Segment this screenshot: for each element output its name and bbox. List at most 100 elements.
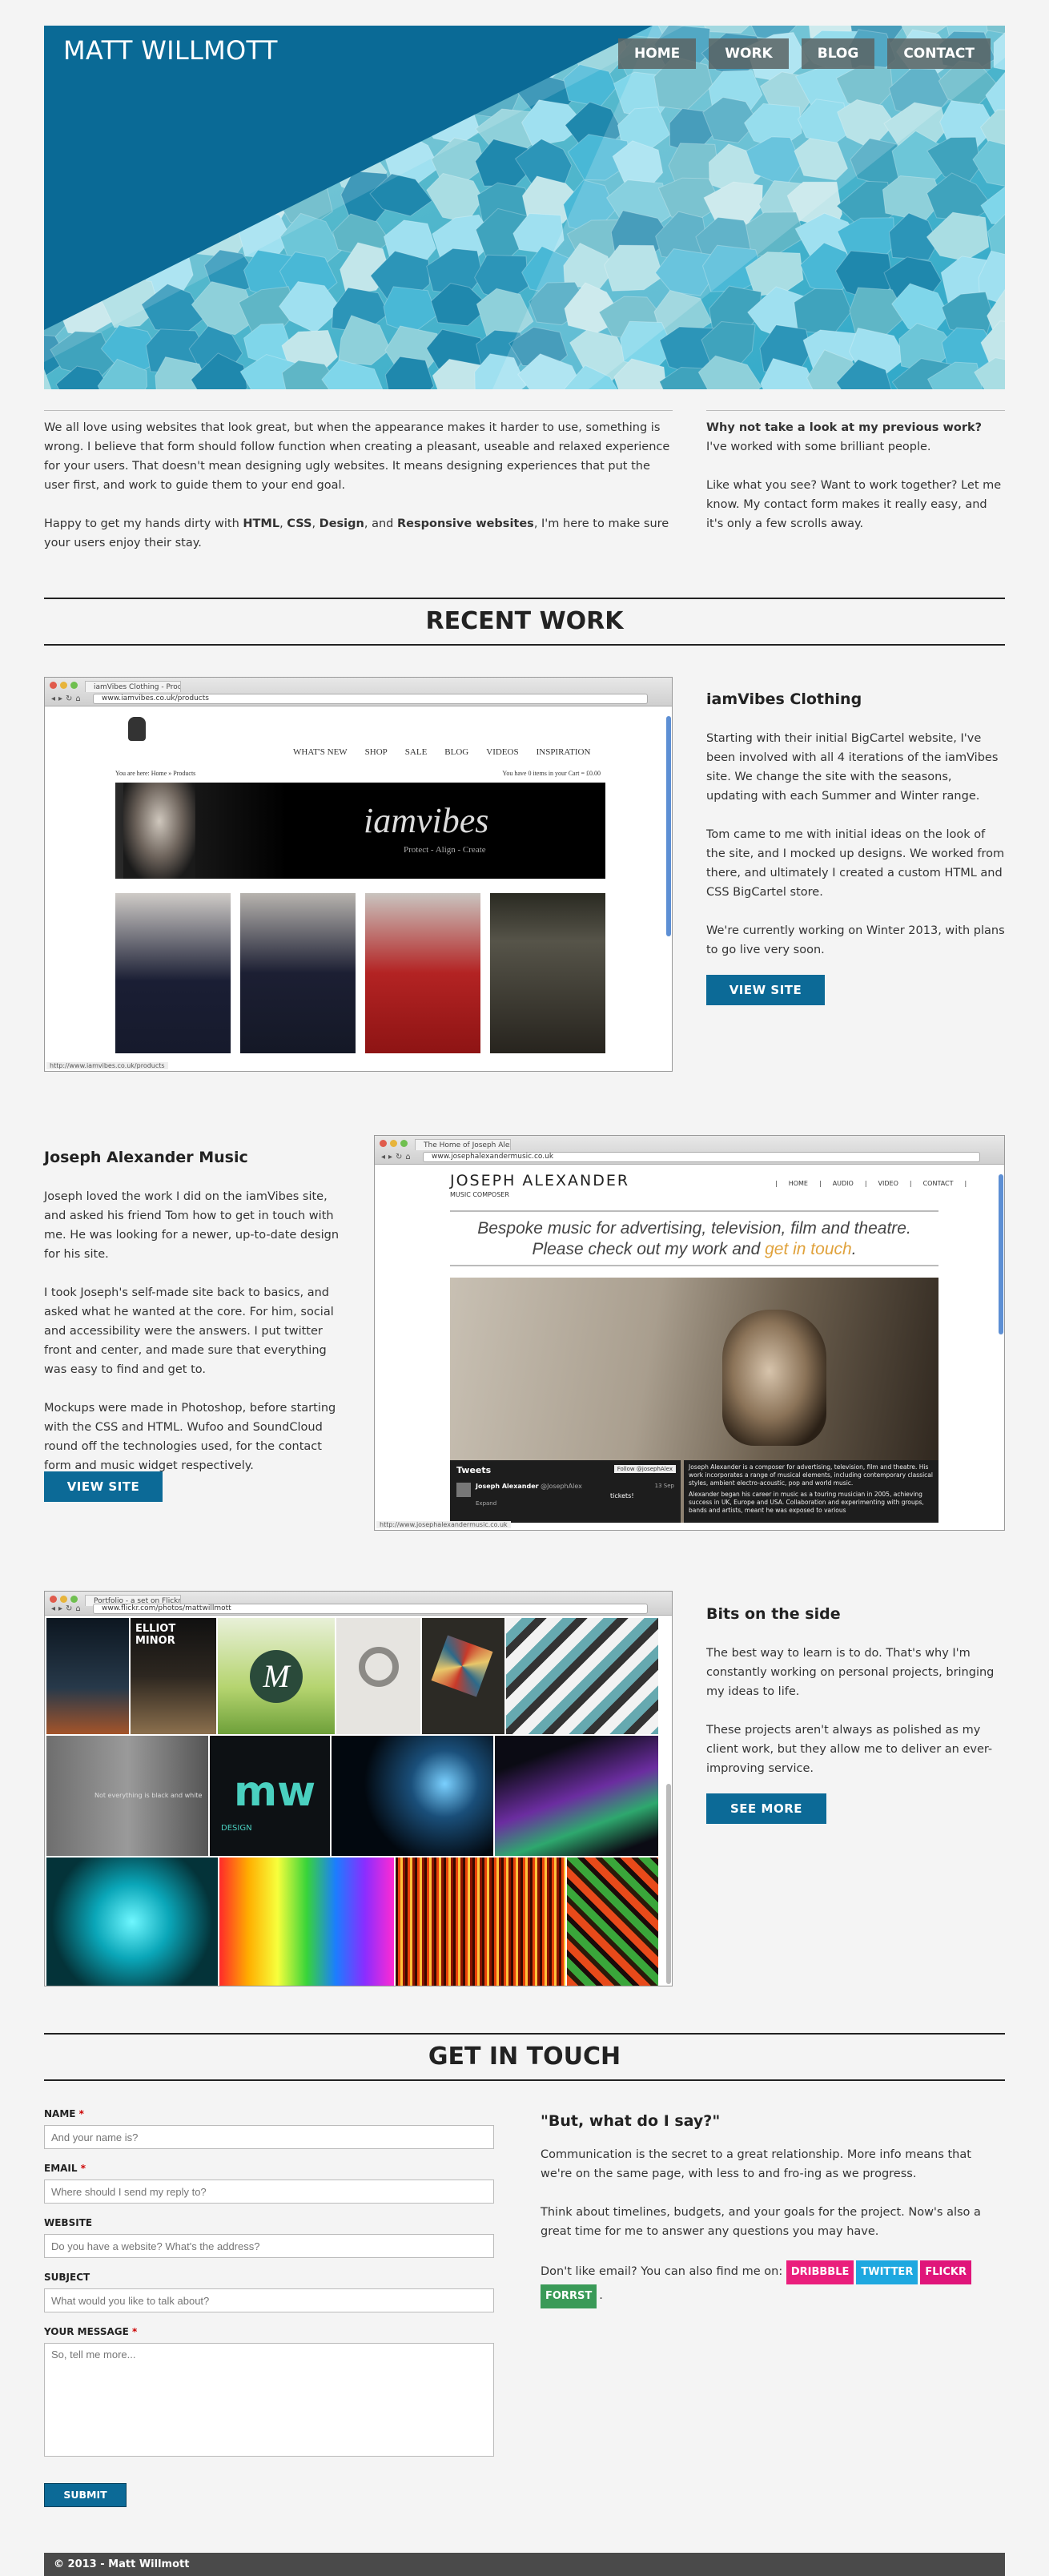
flickr-link[interactable]: FLICKR bbox=[920, 2260, 971, 2284]
hero-banner: MATT WILLMOTT HOME WORK BLOG CONTACT bbox=[44, 26, 1005, 389]
nav-blog[interactable]: BLOG bbox=[801, 38, 875, 69]
status-bar: http://www.iamvibes.co.uk/products bbox=[46, 1062, 168, 1069]
browser-tab: iamVibes Clothing - Produ... bbox=[85, 681, 181, 692]
shot-site-name: JOSEPH ALEXANDER bbox=[450, 1172, 630, 1189]
contact-social-line: Don't like email? You can also find me o… bbox=[541, 2260, 1005, 2308]
flickr-photo[interactable] bbox=[219, 1858, 394, 1986]
status-bar: http://www.josephalexandermusic.co.uk bbox=[376, 1521, 511, 1528]
product-hoodie-navy[interactable] bbox=[115, 893, 231, 1053]
footer: © 2013 - Matt Willmott bbox=[44, 2553, 1005, 2576]
flickr-photo[interactable] bbox=[332, 1736, 493, 1856]
nav-home[interactable]: HOME bbox=[618, 38, 697, 69]
nav-arrows-icon: ◂▸↻⌂ bbox=[51, 694, 84, 703]
subject-field[interactable] bbox=[44, 2288, 494, 2312]
hamsa-logo-icon bbox=[128, 717, 146, 741]
bio-panel: Joseph Alexander is a composer for adver… bbox=[684, 1460, 938, 1523]
section-title: RECENT WORK bbox=[425, 607, 624, 635]
field-label-website: WEBSITE bbox=[44, 2217, 93, 2228]
divider bbox=[450, 1210, 938, 1212]
flickr-photo[interactable]: mw DESIGN bbox=[210, 1736, 330, 1856]
divider bbox=[44, 410, 673, 411]
contact-subheading: "But, what do I say?" bbox=[541, 2112, 721, 2130]
field-label-subject: SUBJECT bbox=[44, 2272, 90, 2283]
twitter-link[interactable]: TWITTER bbox=[856, 2260, 918, 2284]
url-bar: www.flickr.com/photos/mattwillmott bbox=[93, 1604, 648, 1614]
flickr-photo[interactable] bbox=[396, 1858, 565, 1986]
main-nav: HOME WORK BLOG CONTACT bbox=[618, 38, 991, 69]
field-label-message: YOUR MESSAGE * bbox=[44, 2326, 138, 2337]
flickr-photo[interactable] bbox=[506, 1618, 658, 1734]
flickr-photo[interactable]: Not everything is black and white bbox=[46, 1736, 208, 1856]
field-label-name: NAME * bbox=[44, 2108, 84, 2119]
project-description: The best way to learn is to do. That's w… bbox=[706, 1647, 995, 1775]
nav-arrows-icon: ◂▸↻⌂ bbox=[51, 1604, 84, 1613]
view-site-button[interactable]: VIEW SITE bbox=[44, 1471, 163, 1502]
shot-banner: iamvibes Protect - Align - Create bbox=[115, 783, 605, 879]
product-tee-red[interactable] bbox=[365, 893, 480, 1053]
email-field[interactable] bbox=[44, 2180, 494, 2204]
recent-work-header: RECENT WORK bbox=[44, 598, 1005, 646]
browser-chrome: iamVibes Clothing - Produ... ◂▸↻⌂ www.ia… bbox=[45, 678, 672, 706]
scrollbar[interactable] bbox=[666, 1784, 671, 1984]
flickr-photo[interactable]: M bbox=[218, 1618, 335, 1734]
flickr-photo[interactable] bbox=[336, 1618, 420, 1734]
see-more-button[interactable]: SEE MORE bbox=[706, 1793, 826, 1824]
shot-menu: | HOME | AUDIO | VIDEO | CONTACT | bbox=[775, 1180, 967, 1187]
intro-paragraph: Happy to get my hands dirty with HTML, C… bbox=[44, 517, 669, 549]
project-description: Joseph loved the work I did on the iamVi… bbox=[44, 1190, 340, 1472]
project-title: iamVibes Clothing bbox=[706, 690, 862, 708]
flickr-photo[interactable] bbox=[567, 1858, 658, 1986]
divider bbox=[706, 410, 1005, 411]
flickr-photo[interactable] bbox=[495, 1736, 658, 1856]
joseph-alexander-screenshot[interactable]: The Home of Joseph Alexa... ◂▸↻⌂ www.jos… bbox=[374, 1135, 1005, 1531]
shot-tagline: Bespoke music for advertising, televisio… bbox=[477, 1219, 911, 1258]
intro-text: We all love using websites that look gre… bbox=[44, 418, 673, 572]
nav-arrows-icon: ◂▸↻⌂ bbox=[381, 1153, 414, 1161]
intro-aside-paragraph: Like what you see? Want to work together… bbox=[706, 479, 1002, 530]
intro-paragraph: We all love using websites that look gre… bbox=[44, 421, 670, 492]
view-site-button[interactable]: VIEW SITE bbox=[706, 975, 825, 1005]
shot-cart: You have 0 items in your Cart = £0.00 bbox=[502, 770, 601, 777]
iamvibes-screenshot[interactable]: iamVibes Clothing - Produ... ◂▸↻⌂ www.ia… bbox=[44, 677, 673, 1072]
project-title: Joseph Alexander Music bbox=[44, 1149, 248, 1166]
submit-button[interactable]: SUBMIT bbox=[44, 2483, 127, 2507]
scrollbar[interactable] bbox=[999, 1174, 1003, 1334]
forrst-link[interactable]: FORRST bbox=[541, 2284, 597, 2308]
flickr-photo[interactable] bbox=[46, 1618, 129, 1734]
contact-header: GET IN TOUCH bbox=[44, 2033, 1005, 2081]
flickr-photo[interactable]: ELLIOT MINOR bbox=[131, 1618, 216, 1734]
hero-polygon-art bbox=[44, 26, 1005, 389]
contact-paragraph: Think about timelines, budgets, and your… bbox=[541, 2206, 981, 2238]
nav-contact[interactable]: CONTACT bbox=[887, 38, 991, 69]
site-title[interactable]: MATT WILLMOTT bbox=[63, 35, 278, 66]
shot-site-subtitle: MUSIC COMPOSER bbox=[450, 1191, 509, 1198]
section-title: GET IN TOUCH bbox=[428, 2043, 621, 2071]
intro-aside: Why not take a look at my previous work?… bbox=[706, 418, 1005, 553]
product-tee-navy[interactable] bbox=[240, 893, 356, 1053]
twitter-widget: Tweets Follow @josephAlex Joseph Alexand… bbox=[450, 1460, 681, 1523]
name-field[interactable] bbox=[44, 2125, 494, 2149]
browser-chrome: Portfolio - a set on Flickr ◂▸↻⌂ www.fli… bbox=[45, 1592, 672, 1616]
shot-breadcrumb: You are here: Home » Products bbox=[115, 770, 196, 777]
follow-button[interactable]: Follow @josephAlex bbox=[613, 1465, 676, 1473]
flickr-photo[interactable] bbox=[46, 1858, 218, 1986]
avatar bbox=[456, 1483, 471, 1497]
product-beanie[interactable] bbox=[490, 893, 605, 1053]
field-label-email: EMAIL * bbox=[44, 2163, 86, 2174]
flickr-photo[interactable] bbox=[422, 1618, 504, 1734]
browser-chrome: The Home of Joseph Alexa... ◂▸↻⌂ www.jos… bbox=[375, 1136, 1004, 1165]
message-field[interactable] bbox=[44, 2343, 494, 2457]
nav-work[interactable]: WORK bbox=[709, 38, 789, 69]
dribbble-link[interactable]: DRIBBBLE bbox=[786, 2260, 854, 2284]
website-field[interactable] bbox=[44, 2234, 494, 2258]
flickr-screenshot[interactable]: Portfolio - a set on Flickr ◂▸↻⌂ www.fli… bbox=[44, 1591, 673, 1986]
contact-paragraph: Communication is the secret to a great r… bbox=[541, 2148, 971, 2180]
contact-info: "But, what do I say?" Communication is t… bbox=[541, 2111, 1005, 2328]
shot-menu: WHAT'S NEW SHOP SALE BLOG VIDEOS INSPIRA… bbox=[293, 747, 591, 757]
project-title: Bits on the side bbox=[706, 1605, 841, 1623]
banner-portrait bbox=[123, 783, 195, 879]
scrollbar[interactable] bbox=[666, 716, 671, 936]
project-description: Starting with their initial BigCartel we… bbox=[706, 732, 1005, 956]
browser-tab: The Home of Joseph Alexa... bbox=[415, 1139, 511, 1150]
banner-tagline: Protect - Align - Create bbox=[404, 845, 486, 855]
